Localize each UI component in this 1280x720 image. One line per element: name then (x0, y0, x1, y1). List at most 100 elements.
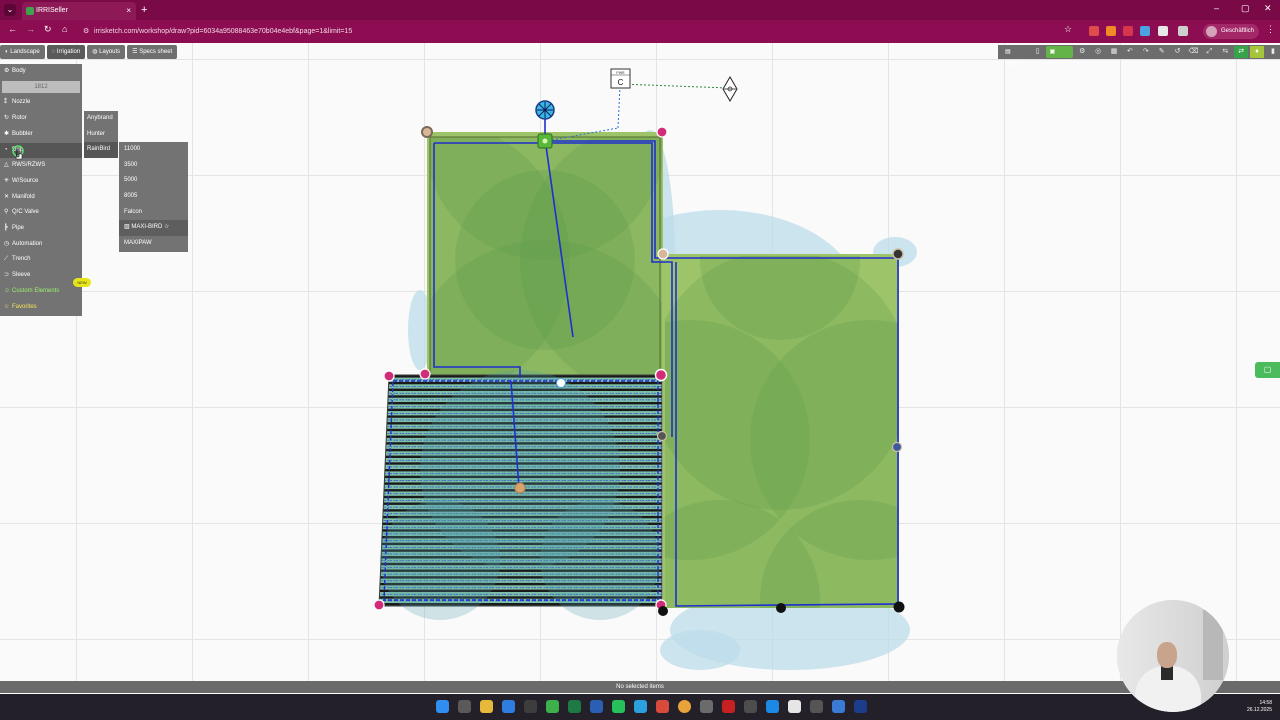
model-item[interactable]: ▨ MAXI-BIRD ☆ (119, 220, 188, 237)
sidebar-icon[interactable] (1178, 26, 1188, 36)
grid-icon[interactable]: ▦ (1107, 46, 1121, 58)
terminal-icon[interactable] (854, 700, 867, 713)
forward-icon[interactable]: → (26, 24, 35, 34)
irrigation-plan-drawing[interactable]: PWR C (0, 43, 1280, 681)
app-white-icon[interactable] (788, 700, 801, 713)
side-menu-item-custom-elements[interactable]: ☺ Custom Elements (0, 284, 82, 300)
target-icon[interactable]: ◎ (1091, 46, 1105, 58)
bubbler-icon: ✱ (4, 130, 10, 137)
app-gray-icon[interactable] (700, 700, 713, 713)
body-value-field[interactable]: 1812 (2, 81, 80, 93)
mode-irrigation[interactable]: ◌ Irrigation (46, 45, 86, 59)
mode-specs-sheet[interactable]: ☰ Specs sheet (127, 45, 178, 59)
side-menu-item-manifold[interactable]: ✕ Manifold (0, 190, 82, 206)
app-green-icon[interactable] (546, 700, 559, 713)
file-explorer-icon[interactable] (480, 700, 493, 713)
swap-icon[interactable]: ⇄ (1234, 46, 1249, 58)
close-window-icon[interactable]: ✕ (1264, 3, 1272, 14)
maximize-icon[interactable]: ▢ (1241, 3, 1250, 14)
browser-tab[interactable]: IRRISeller × (22, 2, 136, 20)
brand-item-rainbird[interactable]: RainBird (84, 142, 118, 159)
app-dark-icon[interactable] (810, 700, 823, 713)
edge-icon[interactable] (502, 700, 515, 713)
chrome-icon[interactable] (678, 700, 691, 713)
new-tab-button[interactable]: + (141, 2, 147, 18)
model-item[interactable]: 8005 (119, 189, 188, 205)
extension-puzzle-icon[interactable] (1158, 26, 1168, 36)
side-menu-item-automation[interactable]: ◷ Automation (0, 237, 82, 253)
bookmark-star-icon[interactable]: ☆ (1064, 24, 1072, 35)
browser-menu-icon[interactable]: ⋮ (1266, 24, 1275, 35)
side-menu-item-favorites[interactable]: ☆ Favorites (0, 300, 82, 316)
settings-gear-icon[interactable] (744, 700, 757, 713)
profile-button[interactable]: Geschäftlich (1203, 24, 1260, 39)
side-menu-item-nozzle[interactable]: ⁑ Nozzle (0, 95, 82, 111)
extension-blue-icon[interactable] (1140, 26, 1150, 36)
task-view-icon[interactable] (458, 700, 471, 713)
app-red-icon[interactable] (656, 700, 669, 713)
url-field[interactable]: ⚙ irrisketch.com/workshop/draw?pid=6034a… (78, 23, 1083, 40)
brand-item-hunter[interactable]: Hunter (84, 127, 118, 143)
mode-landscape[interactable]: ◐ Landscape (0, 45, 45, 59)
outlook-icon[interactable] (832, 700, 845, 713)
copilot-icon[interactable] (766, 700, 779, 713)
whatsapp-icon[interactable] (612, 700, 625, 713)
side-menu-item-sleeve[interactable]: ⊃ Sleeve (0, 268, 82, 284)
extension-orange-icon[interactable] (1106, 26, 1116, 36)
controller-box[interactable]: PWR C (610, 68, 631, 89)
water-source-icon[interactable] (535, 100, 555, 149)
tab-list-chevron-down-icon[interactable]: ⌄ (4, 4, 16, 16)
sensor-diamond-icon[interactable] (722, 76, 738, 102)
model-item[interactable]: 3500 (119, 158, 188, 174)
brand-item-anybrand[interactable]: Anybrand (84, 111, 118, 127)
arrows-icon[interactable]: ⇆ (1218, 46, 1232, 58)
side-menu-item-water-source[interactable]: ✳ W/Source (0, 174, 82, 190)
tab-close-icon[interactable]: × (126, 2, 131, 20)
model-item[interactable]: 5000 (119, 173, 188, 189)
drip-zone-bottom-left[interactable] (378, 370, 663, 620)
eraser-icon[interactable]: ⌫ (1187, 46, 1201, 58)
fullscreen-icon[interactable]: ⤢ (1202, 46, 1216, 58)
word-icon[interactable] (590, 700, 603, 713)
minimize-icon[interactable]: – (1214, 3, 1219, 13)
extension-abp-icon[interactable] (1123, 26, 1133, 36)
favorite-star-icon[interactable]: ☆ (162, 224, 169, 230)
save-icon: ▣ (1049, 49, 1056, 55)
model-item[interactable]: Falcon (119, 205, 188, 221)
model-item[interactable]: MAXIPAW (119, 236, 188, 252)
redo-icon[interactable]: ↷ (1139, 46, 1153, 58)
mode-layouts[interactable]: ◍ Layouts (87, 45, 126, 59)
load-button[interactable]: ▤ Load (1002, 46, 1029, 67)
mode-bar: ◐ Landscape ◌ Irrigation ◍ Layouts ☰ Spe… (0, 45, 178, 59)
side-menu-item-rotor[interactable]: ↻ Rotor (0, 111, 82, 127)
save-button[interactable]: ▣ Save (1046, 46, 1074, 67)
back-icon[interactable]: ← (8, 24, 17, 34)
settings-icon[interactable]: ⚙ (1075, 46, 1089, 58)
start-icon[interactable] (436, 700, 449, 713)
manifold-icon: ✕ (4, 193, 10, 200)
reload-icon[interactable]: ↻ (44, 24, 52, 35)
presenter-head (1157, 642, 1177, 668)
pencil-icon[interactable]: ✎ (1155, 46, 1169, 58)
undo-icon[interactable]: ↶ (1123, 46, 1137, 58)
drip-icon: ◔ (4, 146, 8, 153)
rws-icon: △ (4, 162, 9, 169)
side-menu-item-qc-valve[interactable]: ⚲ Q/C Valve (0, 205, 82, 221)
excel-icon[interactable] (568, 700, 581, 713)
app-icon[interactable] (524, 700, 537, 713)
file-icon[interactable]: ▯ (1031, 46, 1045, 58)
model-item[interactable]: 11000 (119, 142, 188, 158)
side-menu-item-bubbler[interactable]: ✱ Bubbler (0, 127, 82, 143)
side-menu-item-pipe[interactable]: ┣ Pipe (0, 221, 82, 237)
acrobat-icon[interactable] (722, 700, 735, 713)
history-icon[interactable]: ↺ (1171, 46, 1185, 58)
side-menu-item-trench[interactable]: ⟋ Trench (0, 252, 82, 268)
bulb-icon[interactable]: ♦ (1250, 46, 1264, 58)
site-info-icon[interactable]: ⚙ (83, 23, 89, 40)
collapse-icon[interactable]: ▮ (1266, 46, 1280, 58)
home-icon[interactable]: ⌂ (62, 24, 67, 34)
extension-red-icon[interactable] (1089, 26, 1099, 36)
chat-button[interactable]: ▢ (1255, 362, 1280, 378)
side-menu-item-body[interactable]: ⚙ Body (0, 64, 82, 80)
telegram-icon[interactable] (634, 700, 647, 713)
